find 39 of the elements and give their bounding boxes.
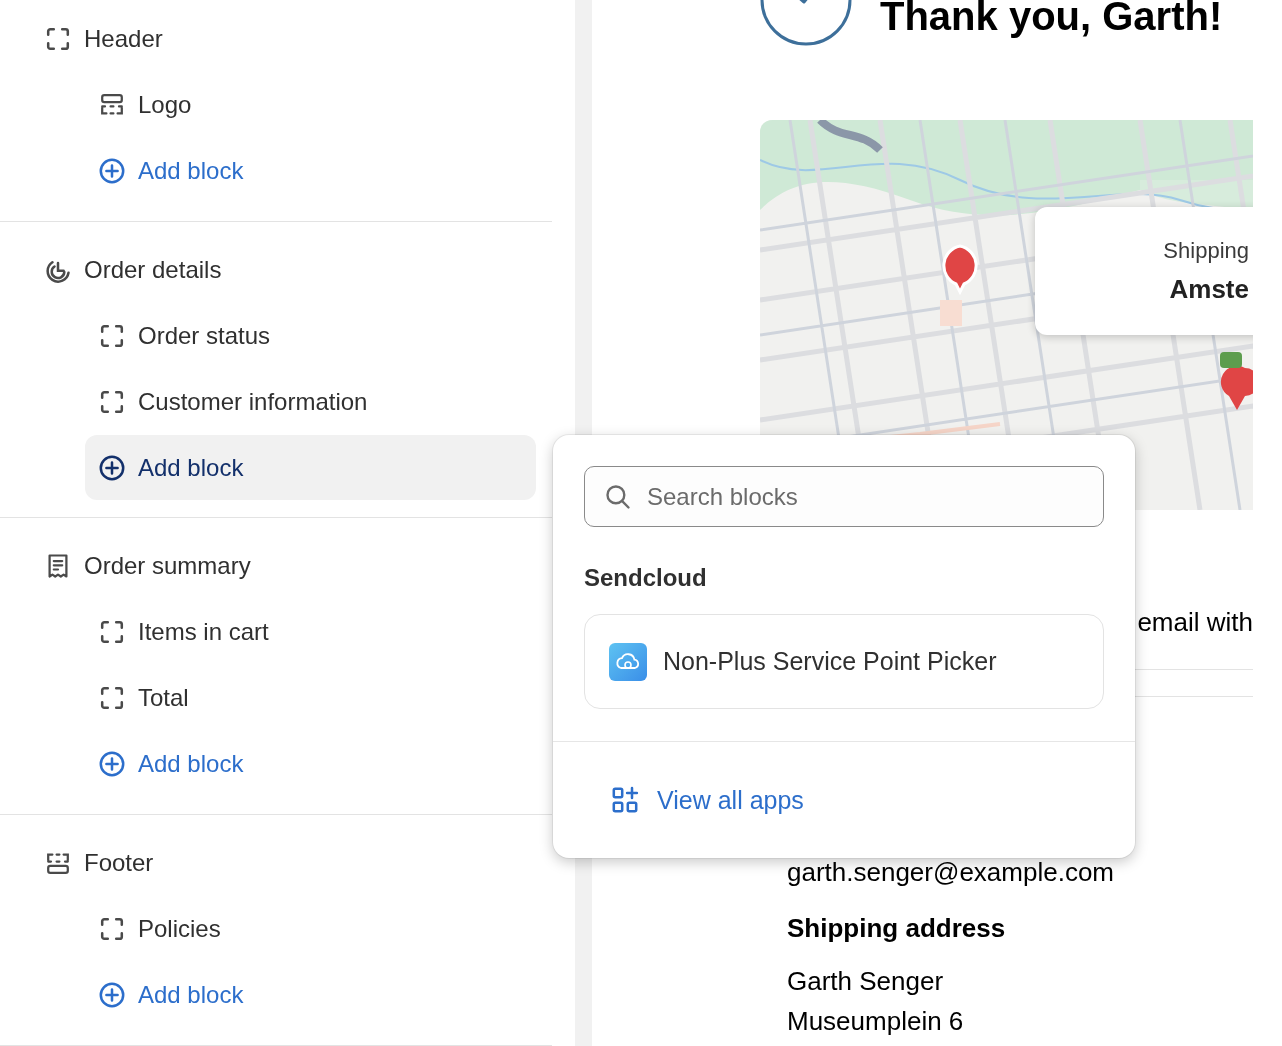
apps-grid-icon [611,786,639,814]
block-item[interactable]: Order status [85,303,536,369]
add-block-button[interactable]: Add block [85,138,536,204]
add-block-button[interactable]: Add block [85,435,536,500]
add-block-button[interactable]: Add block [85,962,536,1028]
section-title: Order summary [84,552,251,580]
block-item[interactable]: Policies [85,896,536,962]
contact-email: garth.senger@example.com [786,856,1115,888]
dashed-frame-icon [98,684,126,712]
cloud-app-icon [609,642,647,681]
shipping-address-heading: Shipping address [787,912,1007,944]
add-circle-icon [98,157,126,185]
view-all-apps-link[interactable]: View all apps [611,785,804,815]
dashed-frame-icon [98,388,126,416]
block-item[interactable]: Total [85,665,536,731]
block-item[interactable]: Items in cart [85,599,536,665]
search-icon [604,483,632,511]
dashed-frame-icon [98,915,126,943]
thank-you-heading: Thank you, Garth! [880,0,1223,40]
dashed-frame-icon [98,618,126,646]
app-block-item[interactable]: Non-Plus Service Point Picker [584,614,1104,709]
address-line: Museumplein 6 [787,1005,965,1038]
block-item[interactable]: Customer information [85,369,536,435]
block-item[interactable]: Logo [85,72,536,138]
add-block-button[interactable]: Add block [85,731,536,797]
card-value: Amste [1169,273,1249,305]
card-label: Shipping [1163,237,1249,264]
dashed-frame-icon [44,25,72,53]
section-title: Header [84,25,163,53]
search-field[interactable]: Search blocks [584,466,1104,527]
section-title: Order details [84,256,222,284]
section-title: Footer [84,849,154,877]
add-circle-icon [98,453,126,482]
address-line: Garth Senger [787,965,945,998]
group-title: Sendcloud [584,566,708,590]
notice-text: email with [1136,606,1253,638]
add-circle-icon [98,750,126,778]
dashed-frame-icon [98,322,126,350]
add-circle-icon [98,981,126,1009]
